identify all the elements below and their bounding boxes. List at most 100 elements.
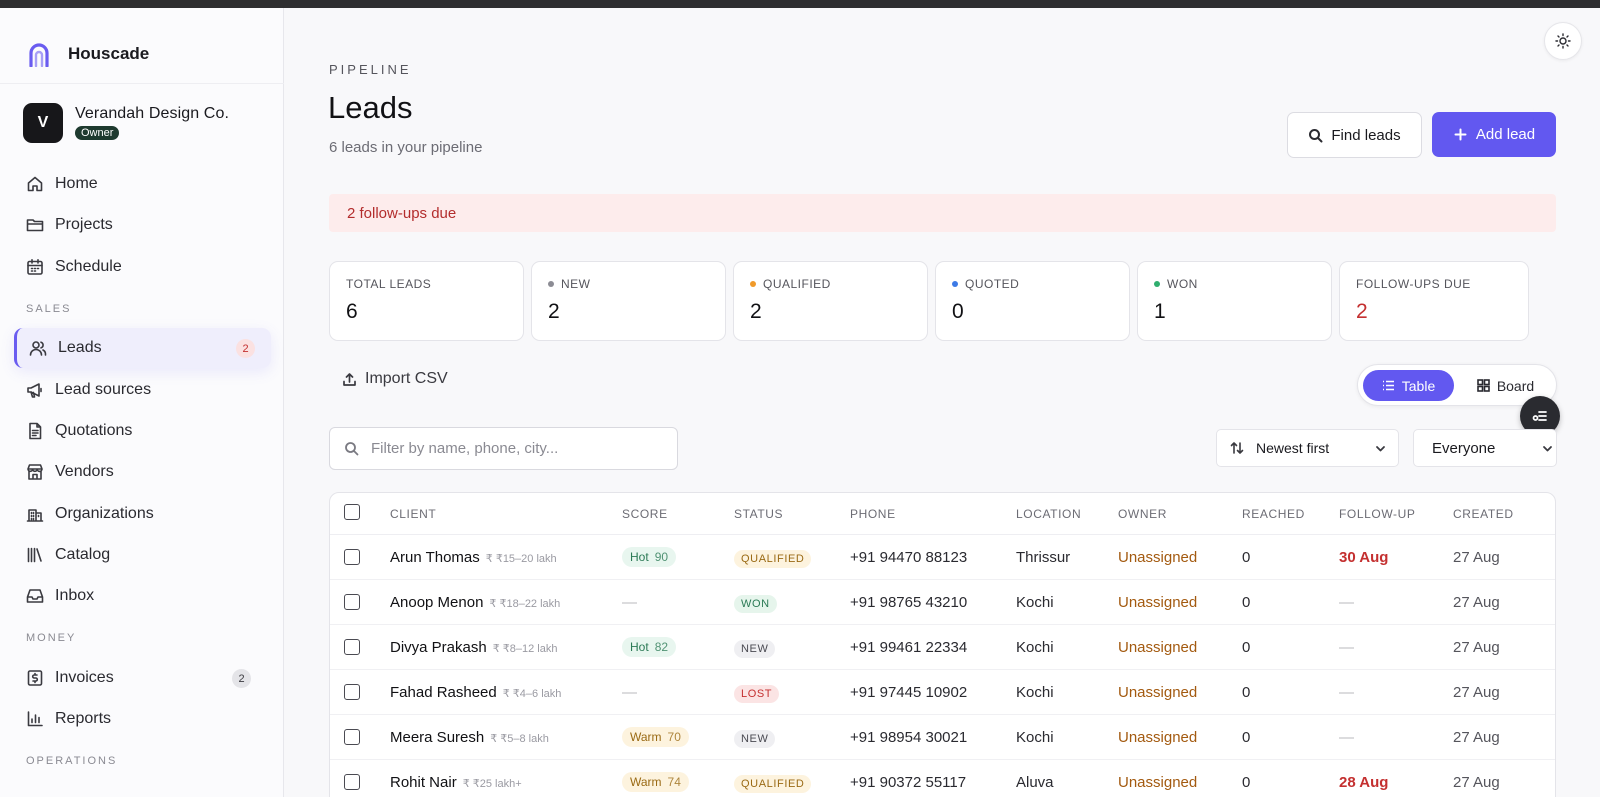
sidebar-item-quotations[interactable]: Quotations (14, 411, 271, 451)
status-dot-icon (1154, 281, 1160, 287)
org-switcher[interactable]: V Verandah Design Co. Owner (23, 103, 229, 143)
reached: 0 (1242, 774, 1251, 791)
column-header-score[interactable]: SCORE (622, 507, 668, 521)
sidebar-item-label: Catalog (55, 546, 111, 563)
owner[interactable]: Unassigned (1118, 729, 1197, 746)
status-badge: WON (734, 595, 777, 613)
sort-select[interactable]: Newest first (1216, 429, 1399, 467)
client-name[interactable]: Fahad Rasheed (390, 684, 497, 701)
table-row[interactable]: Meera Suresh ₹ ₹5–8 lakh Warm 70 NEW +91 9… (330, 715, 1555, 760)
row-checkbox[interactable] (344, 639, 360, 655)
sidebar-item-lead-sources[interactable]: Lead sources (14, 370, 271, 410)
view-table-label: Table (1401, 377, 1436, 394)
select-all-checkbox[interactable] (344, 504, 360, 520)
search-icon (345, 442, 359, 456)
created-date: 27 Aug (1453, 639, 1500, 656)
owner-filter-select[interactable]: Everyone (1413, 429, 1557, 467)
sidebar-item-catalog[interactable]: Catalog (14, 535, 271, 575)
score-label: Warm (630, 730, 662, 744)
sidebar-item-home[interactable]: Home (14, 164, 271, 204)
section-label-money: MONEY (26, 632, 77, 644)
sidebar-item-projects[interactable]: Projects (14, 205, 271, 245)
stat-card-quoted[interactable]: QUOTED 0 (935, 261, 1130, 341)
view-table-button[interactable]: Table (1363, 370, 1454, 401)
stat-label: TOTAL LEADS (346, 277, 432, 291)
reached: 0 (1242, 639, 1251, 656)
created-date: 27 Aug (1453, 594, 1500, 611)
section-label-sales: SALES (26, 303, 72, 315)
app-window: Houscade V Verandah Design Co. Owner Hom… (0, 8, 1600, 797)
client-budget: ₹ ₹5–8 lakh (490, 733, 549, 745)
column-header-follow-up[interactable]: FOLLOW-UP (1339, 507, 1416, 521)
stat-card-total-leads[interactable]: TOTAL LEADS 6 (329, 261, 524, 341)
table-row[interactable]: Rohit Nair ₹ ₹25 lakh+ Warm 74 QUALIFIED +… (330, 760, 1555, 797)
grid-icon (1477, 379, 1490, 392)
stat-card-follow-ups-due[interactable]: FOLLOW-UPS DUE 2 (1339, 261, 1529, 341)
sidebar-item-schedule[interactable]: Schedule (14, 247, 271, 287)
owner[interactable]: Unassigned (1118, 639, 1197, 656)
owner[interactable]: Unassigned (1118, 549, 1197, 566)
client-budget: ₹ ₹8–12 lakh (492, 643, 558, 655)
owner[interactable]: Unassigned (1118, 594, 1197, 611)
client-name[interactable]: Rohit Nair (390, 774, 457, 791)
stat-card-won[interactable]: WON 1 (1137, 261, 1332, 341)
follow-up-date: — (1339, 594, 1354, 611)
sidebar-item-label: Schedule (55, 258, 122, 275)
stat-card-qualified[interactable]: QUALIFIED 2 (733, 261, 928, 341)
table-row[interactable]: Fahad Rasheed ₹ ₹4–6 lakh — LOST +91 9744… (330, 670, 1555, 715)
column-header-client[interactable]: CLIENT (390, 507, 436, 521)
theme-toggle-button[interactable] (1544, 22, 1582, 60)
sidebar-item-inbox[interactable]: Inbox (14, 576, 271, 616)
created-date: 27 Aug (1453, 774, 1500, 791)
row-checkbox[interactable] (344, 774, 360, 790)
status-dot-icon (952, 281, 958, 287)
row-checkbox[interactable] (344, 729, 360, 745)
owner[interactable]: Unassigned (1118, 684, 1197, 701)
column-header-phone[interactable]: PHONE (850, 507, 896, 521)
row-checkbox[interactable] (344, 684, 360, 700)
column-header-reached[interactable]: REACHED (1242, 507, 1305, 521)
reached: 0 (1242, 729, 1251, 746)
row-checkbox[interactable] (344, 549, 360, 565)
client-budget: ₹ ₹25 lakh+ (462, 778, 522, 790)
column-header-status[interactable]: STATUS (734, 507, 783, 521)
search-field[interactable] (329, 427, 678, 470)
bar-chart-icon (27, 711, 43, 727)
location: Thrissur (1016, 549, 1071, 566)
import-csv-button[interactable]: Import CSV (342, 370, 448, 388)
client-name[interactable]: Anoop Menon (390, 594, 483, 611)
main-content: PIPELINE Leads 6 leads in your pipeline … (284, 8, 1600, 797)
follow-up-date: — (1339, 729, 1354, 746)
page-title: Leads (328, 90, 413, 125)
sidebar-item-label: Home (55, 175, 98, 192)
search-input[interactable] (371, 440, 661, 457)
table-row[interactable]: Arun Thomas ₹ ₹15–20 lakh Hot 90 QUALIFIED… (330, 535, 1555, 580)
row-checkbox[interactable] (344, 594, 360, 610)
table-row[interactable]: Divya Prakash ₹ ₹8–12 lakh Hot 82 NEW +91 … (330, 625, 1555, 670)
stat-card-new[interactable]: NEW 2 (531, 261, 726, 341)
add-lead-button[interactable]: Add lead (1432, 112, 1556, 157)
sidebar-item-reports[interactable]: Reports (14, 699, 271, 739)
view-board-button[interactable]: Board (1468, 370, 1543, 401)
sidebar-item-invoices[interactable]: Invoices 2 (14, 658, 271, 698)
client-name[interactable]: Meera Suresh (390, 729, 484, 746)
reached: 0 (1242, 684, 1251, 701)
sidebar-item-label: Organizations (55, 505, 154, 522)
follow-up-alert[interactable]: 2 follow-ups due (329, 194, 1556, 232)
sidebar-item-vendors[interactable]: Vendors (14, 452, 271, 492)
table-row[interactable]: Anoop Menon ₹ ₹18–22 lakh — WON +91 98765… (330, 580, 1555, 625)
client-name[interactable]: Divya Prakash (390, 639, 487, 656)
client-name[interactable]: Arun Thomas (390, 549, 480, 566)
phone: +91 94470 88123 (850, 549, 968, 566)
owner[interactable]: Unassigned (1118, 774, 1197, 791)
column-header-owner[interactable]: OWNER (1118, 507, 1167, 521)
column-header-location[interactable]: LOCATION (1016, 507, 1081, 521)
brand-name: Houscade (68, 44, 150, 63)
users-icon (29, 341, 47, 356)
column-header-created[interactable]: CREATED (1453, 507, 1514, 521)
status-badge: QUALIFIED (734, 775, 812, 793)
find-leads-button[interactable]: Find leads (1287, 112, 1422, 158)
brand[interactable]: Houscade (26, 38, 149, 70)
sidebar-item-leads[interactable]: Leads 2 (14, 328, 271, 368)
sidebar-item-organizations[interactable]: Organizations (14, 494, 271, 534)
